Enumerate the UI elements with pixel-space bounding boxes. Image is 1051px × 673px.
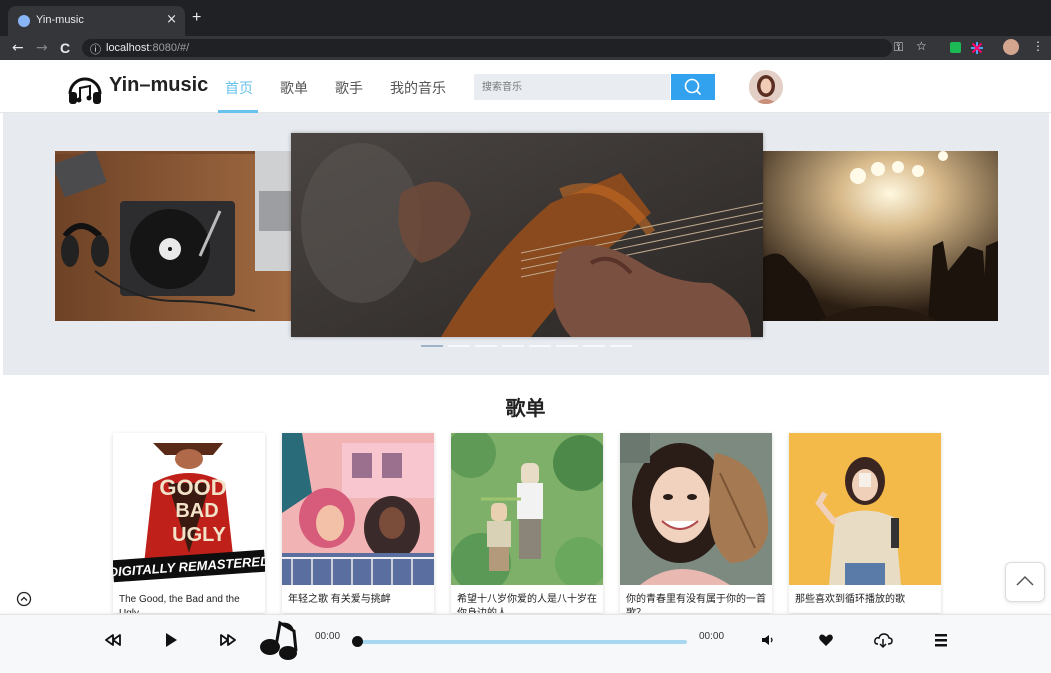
playlist-card[interactable]: 那些喜欢到循环播放的歌 — [789, 433, 941, 613]
carousel-indicator[interactable] — [610, 345, 632, 347]
playlist-menu-icon[interactable] — [930, 629, 952, 651]
tab-title: Yin-music — [36, 14, 84, 26]
carousel-indicator[interactable] — [475, 345, 497, 347]
carousel-slide-concert[interactable] — [758, 151, 998, 321]
carousel-indicator[interactable] — [421, 345, 443, 347]
key-icon[interactable]: ⚿ — [894, 40, 903, 55]
site-info-icon[interactable]: ⓘ — [90, 41, 101, 57]
search-box — [474, 74, 680, 100]
bookmark-star-icon[interactable]: ☆ — [916, 39, 927, 53]
forward-icon[interactable]: → — [36, 40, 48, 56]
cover-text-good: GOOD — [159, 475, 226, 500]
total-time: 00:00 — [699, 631, 725, 642]
banner-carousel — [3, 113, 1049, 375]
chevron-up-icon — [1016, 575, 1034, 586]
play-icon[interactable] — [160, 629, 182, 651]
playlist-cover — [451, 433, 603, 585]
playlist-cover — [282, 433, 434, 585]
playlist-title[interactable]: 你的青春里有没有属于你的一首歌？ — [626, 593, 766, 613]
playlist-title[interactable]: 年轻之歌 有关爱与挑衅 — [288, 593, 428, 607]
vue-favicon-icon — [18, 15, 30, 27]
playlist-card[interactable]: 年轻之歌 有关爱与挑衅 — [282, 433, 434, 613]
nav-playlists[interactable]: 歌单 — [280, 78, 308, 98]
user-avatar[interactable] — [749, 70, 783, 104]
previous-track-icon[interactable] — [102, 629, 124, 651]
cover-text-ugly: UGLY — [172, 524, 226, 546]
heart-icon[interactable] — [815, 629, 837, 651]
extension-asterisk-icon[interactable] — [970, 41, 984, 55]
address-bar[interactable]: ⓘ localhost:8080/#/ ⚿ ☆ — [82, 39, 927, 57]
playlist-cover: GOOD BAD UGLY DIGITALLY REMASTERED — [113, 433, 265, 585]
headphones-logo-icon — [68, 77, 102, 104]
next-track-icon[interactable] — [217, 629, 239, 651]
music-note-cover-icon[interactable] — [258, 617, 300, 661]
extension-icon[interactable] — [950, 42, 961, 53]
playlist-title[interactable]: The Good, the Bad and the Ugly — [119, 593, 259, 613]
reload-icon[interactable]: C — [60, 40, 70, 56]
browser-tab[interactable]: Yin-music × — [8, 6, 185, 36]
playlist-card[interactable]: GOOD BAD UGLY DIGITALLY REMASTERED The G… — [113, 433, 265, 613]
logo-text[interactable]: Yin–music — [109, 74, 208, 97]
progress-thumb[interactable] — [352, 636, 363, 647]
app-header: Yin–music 首页 歌单 歌手 我的音乐 — [0, 60, 1051, 113]
browser-tabbar: Yin-music × + — [0, 0, 1051, 36]
close-tab-icon[interactable]: × — [166, 12, 177, 27]
browser-menu-icon[interactable]: ⋮ — [1032, 39, 1044, 53]
carousel-indicator[interactable] — [448, 345, 470, 347]
nav-home[interactable]: 首页 — [225, 78, 253, 98]
carousel-slide-guitar[interactable] — [291, 133, 763, 337]
progress-bar[interactable] — [357, 640, 687, 644]
playlist-card[interactable]: 希望十八岁你爱的人是八十岁在你身边的人 — [451, 433, 603, 613]
search-input[interactable] — [474, 74, 680, 100]
browser-toolbar: ← → C ⓘ localhost:8080/#/ ⚿ ☆ ⋮ — [0, 36, 1051, 60]
nav-my-music[interactable]: 我的音乐 — [390, 78, 446, 98]
carousel-indicator[interactable] — [502, 345, 524, 347]
player-bar: 00:00 00:00 — [0, 614, 1051, 673]
playlist-title[interactable]: 希望十八岁你爱的人是八十岁在你身边的人 — [457, 593, 597, 613]
carousel-indicator[interactable] — [556, 345, 578, 347]
search-icon — [684, 78, 701, 95]
carousel-indicator[interactable] — [529, 345, 551, 347]
back-to-top-button[interactable] — [1005, 562, 1045, 602]
download-icon[interactable] — [872, 629, 894, 651]
carousel-slide-turntable[interactable] — [55, 151, 295, 321]
playlist-cover — [789, 433, 941, 585]
cover-text-bad: BAD — [175, 500, 218, 522]
nav-singers[interactable]: 歌手 — [335, 78, 363, 98]
url-text: localhost:8080/#/ — [106, 42, 190, 54]
carousel-indicator[interactable] — [583, 345, 605, 347]
volume-icon[interactable] — [757, 629, 779, 651]
playlist-card[interactable]: 你的青春里有没有属于你的一首歌？ — [620, 433, 772, 613]
playlist-title[interactable]: 那些喜欢到循环播放的歌 — [795, 593, 935, 607]
playlist-cover — [620, 433, 772, 585]
search-button[interactable] — [671, 74, 715, 100]
profile-avatar-icon[interactable] — [1003, 39, 1019, 55]
new-tab-icon[interactable]: + — [192, 9, 201, 27]
back-icon[interactable]: ← — [12, 40, 24, 56]
current-time: 00:00 — [315, 631, 341, 642]
collapse-player-icon[interactable] — [16, 591, 32, 607]
section-title-playlists: 歌单 — [505, 396, 546, 420]
